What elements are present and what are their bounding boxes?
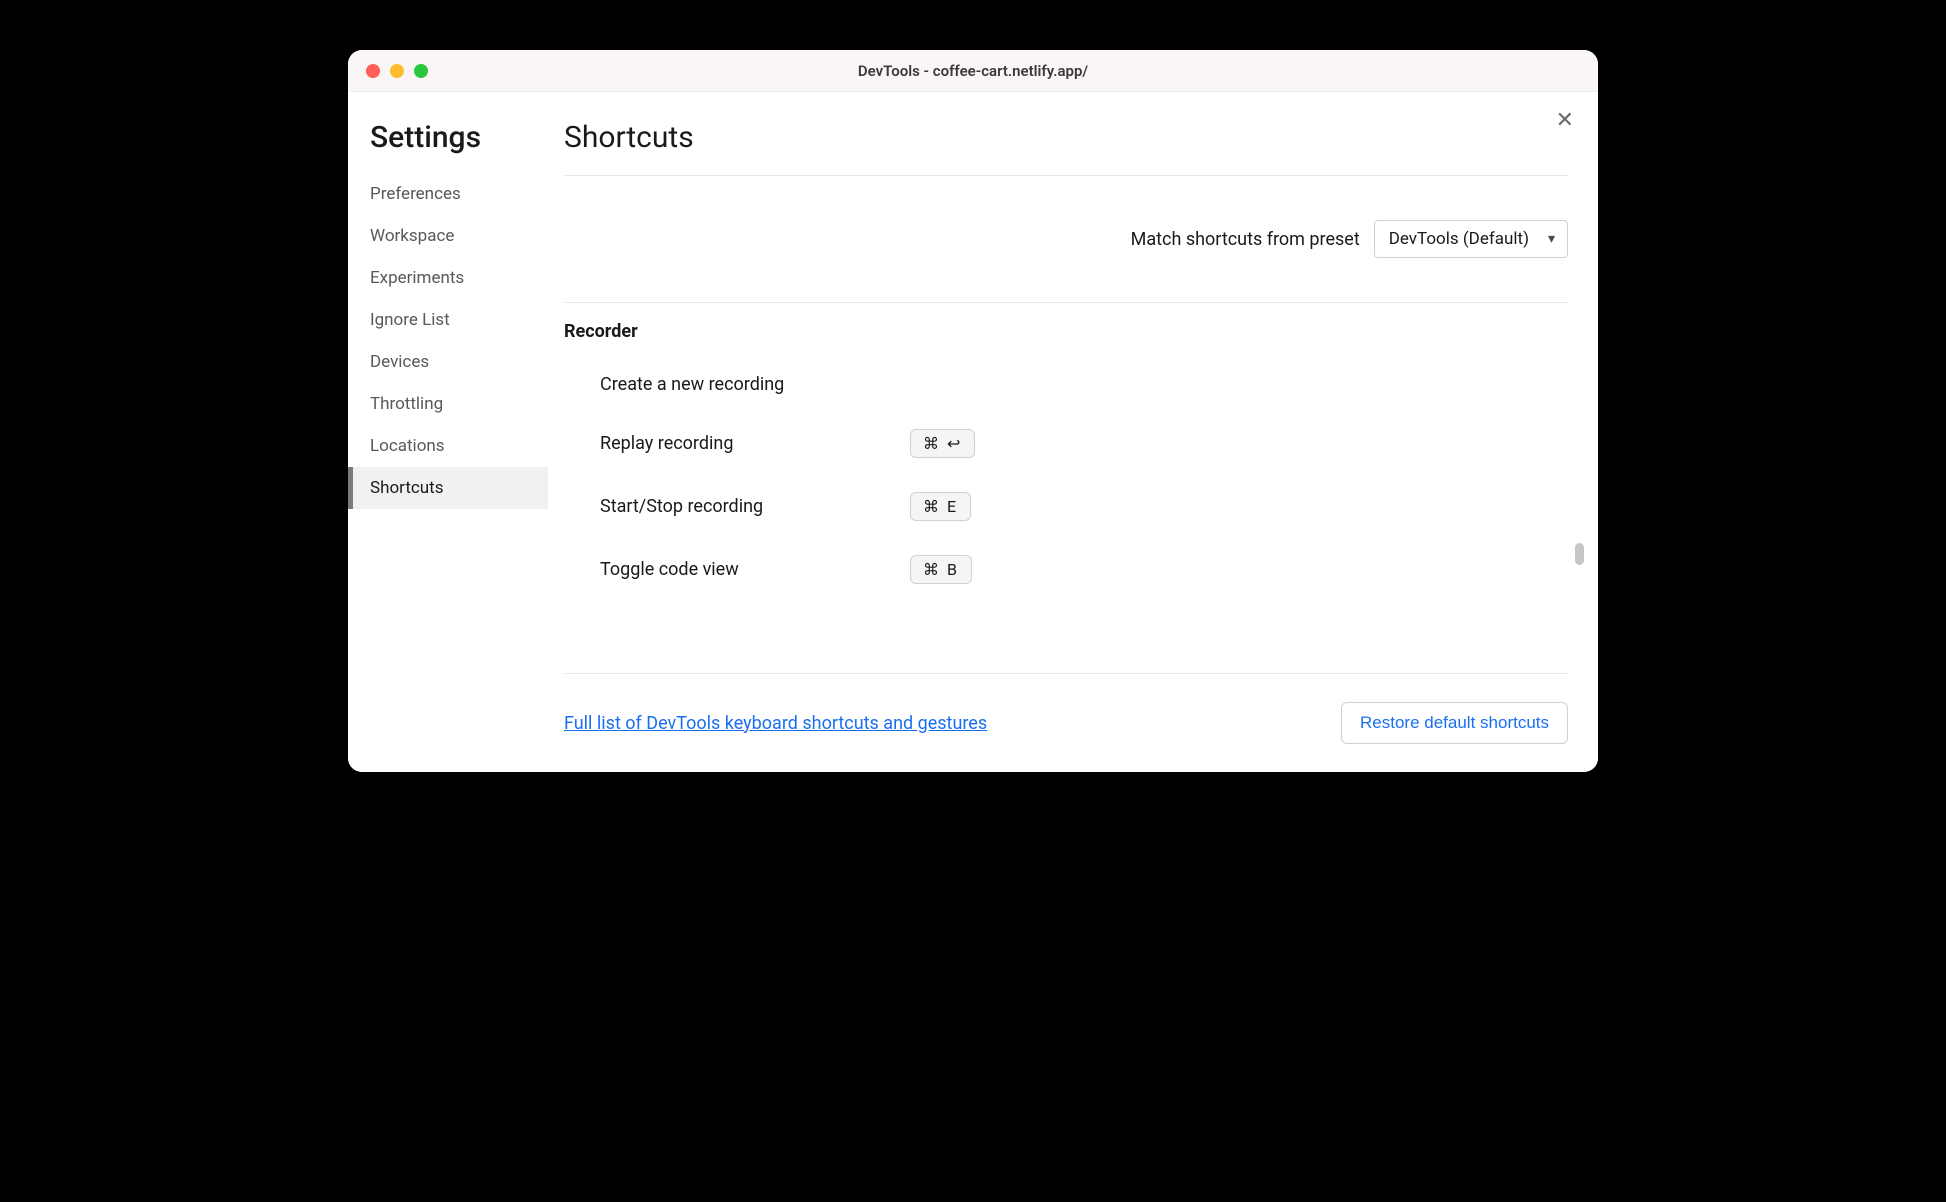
settings-sidebar: Settings Preferences Workspace Experimen… [348,92,548,772]
footer: Full list of DevTools keyboard shortcuts… [564,673,1568,744]
sidebar-item-locations[interactable]: Locations [348,425,548,467]
sidebar-item-label: Throttling [370,394,443,414]
close-icon[interactable]: ✕ [1556,110,1574,132]
sidebar-item-devices[interactable]: Devices [348,341,548,383]
preset-value: DevTools (Default) [1389,229,1529,249]
shortcut-row-toggle-code-view[interactable]: Toggle code view ⌘ B [564,555,1568,584]
shortcut-label: Replay recording [600,433,910,454]
shortcut-label: Toggle code view [600,559,910,580]
shortcut-label: Create a new recording [600,374,910,395]
sidebar-item-label: Ignore List [370,310,450,330]
shortcut-row-start-stop-recording[interactable]: Start/Stop recording ⌘ E [564,492,1568,521]
devtools-window: DevTools - coffee-cart.netlify.app/ ✕ Se… [348,50,1598,772]
maximize-window-icon[interactable] [414,64,428,78]
sidebar-title: Settings [348,120,548,173]
shortcut-key: ⌘ E [910,492,971,521]
sidebar-item-shortcuts[interactable]: Shortcuts [348,467,548,509]
shortcut-label: Start/Stop recording [600,496,910,517]
titlebar: DevTools - coffee-cart.netlify.app/ [348,50,1598,92]
shortcut-list: Recorder Create a new recording Replay r… [564,302,1568,665]
shortcut-key: ⌘ B [910,555,972,584]
sidebar-item-preferences[interactable]: Preferences [348,173,548,215]
shortcut-key: ⌘ ↩ [910,429,975,458]
sidebar-item-label: Experiments [370,268,464,288]
sidebar-item-label: Preferences [370,184,461,204]
page-title: Shortcuts [564,120,1568,176]
full-list-link[interactable]: Full list of DevTools keyboard shortcuts… [564,713,987,734]
window-title: DevTools - coffee-cart.netlify.app/ [858,62,1088,80]
preset-label: Match shortcuts from preset [1131,229,1360,250]
sidebar-item-throttling[interactable]: Throttling [348,383,548,425]
minimize-window-icon[interactable] [390,64,404,78]
scrollbar-thumb[interactable] [1575,543,1584,565]
shortcut-row-create-recording[interactable]: Create a new recording [564,374,1568,395]
sidebar-item-label: Locations [370,436,445,456]
content-area: ✕ Settings Preferences Workspace Experim… [348,92,1598,772]
section-title: Recorder [564,321,1568,342]
restore-defaults-button[interactable]: Restore default shortcuts [1341,702,1568,744]
sidebar-item-label: Devices [370,352,429,372]
sidebar-item-ignore-list[interactable]: Ignore List [348,299,548,341]
sidebar-item-experiments[interactable]: Experiments [348,257,548,299]
sidebar-item-label: Workspace [370,226,454,246]
shortcut-row-replay-recording[interactable]: Replay recording ⌘ ↩ [564,429,1568,458]
sidebar-item-label: Shortcuts [370,478,444,498]
close-window-icon[interactable] [366,64,380,78]
main-panel: Shortcuts Match shortcuts from preset De… [548,92,1598,772]
traffic-lights [348,64,428,78]
scrollbar[interactable] [1574,303,1584,665]
preset-select[interactable]: DevTools (Default) [1374,220,1568,258]
sidebar-item-workspace[interactable]: Workspace [348,215,548,257]
preset-row: Match shortcuts from preset DevTools (De… [564,176,1568,302]
